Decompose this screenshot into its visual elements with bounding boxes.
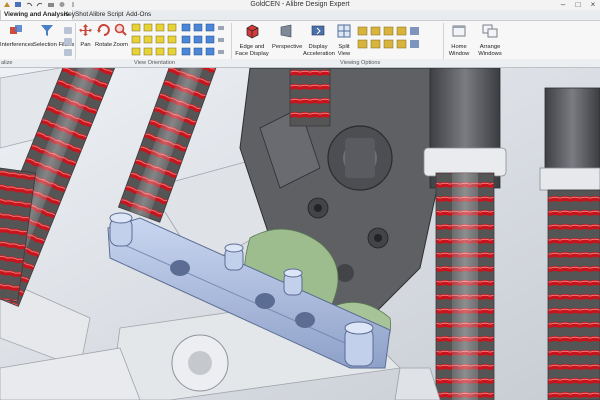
arrange-windows-icon (482, 24, 498, 38)
small-view-icon[interactable] (64, 27, 72, 34)
zoom-icon (114, 23, 127, 36)
maximize-button[interactable]: □ (571, 0, 585, 10)
ribbon: Interferences Selection Filters Pan Rota… (0, 21, 600, 78)
model-viewport[interactable] (0, 68, 600, 400)
pan-icon (79, 24, 92, 36)
group-label-viewing-options: Viewing Options (340, 60, 381, 66)
selection-filters-icon (41, 25, 53, 36)
zoom-button[interactable]: Zoom (113, 23, 128, 49)
minimize-button[interactable]: – (556, 0, 570, 10)
edge-face-display-button[interactable]: Edge and Face Display (234, 23, 270, 57)
group-label-visualize: alize (1, 60, 13, 66)
perspective-icon (280, 24, 292, 38)
close-button[interactable]: × (586, 0, 600, 10)
rotate-button[interactable]: Rotate (95, 23, 112, 49)
edge-face-display-icon (246, 24, 259, 39)
tab-alibre-script[interactable]: Alibre Script (86, 10, 126, 20)
arrange-windows-button[interactable]: Arrange Windows (474, 23, 506, 57)
display-acceleration-icon (311, 25, 325, 36)
small-view-icon[interactable] (64, 49, 72, 56)
home-window-icon (452, 25, 466, 37)
selection-filters-button[interactable]: Selection Filters (33, 23, 74, 49)
suspension-assembly-render (0, 68, 600, 400)
viewing-options-icons[interactable] (356, 25, 442, 55)
home-window-button[interactable]: Home Window (446, 23, 472, 57)
tab-add-ons[interactable]: Add-Ons (123, 10, 154, 20)
rotate-icon (97, 24, 110, 36)
window-title: GoldCEN - Alibre Design Expert (250, 1, 350, 8)
split-view-icon (337, 24, 351, 38)
split-view-button[interactable]: Split View (334, 23, 354, 57)
pan-button[interactable]: Pan (78, 23, 93, 49)
display-acceleration-button[interactable]: Display Acceleration (303, 23, 335, 57)
interferences-button[interactable]: Interferences (0, 23, 34, 49)
perspective-button[interactable]: Perspective (272, 23, 302, 51)
group-label-view-orientation: View Orientation (134, 60, 175, 66)
small-view-icon[interactable] (64, 38, 72, 45)
interferences-icon (10, 25, 22, 34)
view-orientation-grid (131, 23, 224, 56)
ribbon-tab-bar: Viewing and Analysis KeyShot Alibre Scri… (0, 10, 600, 21)
ribbon-group-labels: alize View Orientation Viewing Options (0, 59, 600, 68)
